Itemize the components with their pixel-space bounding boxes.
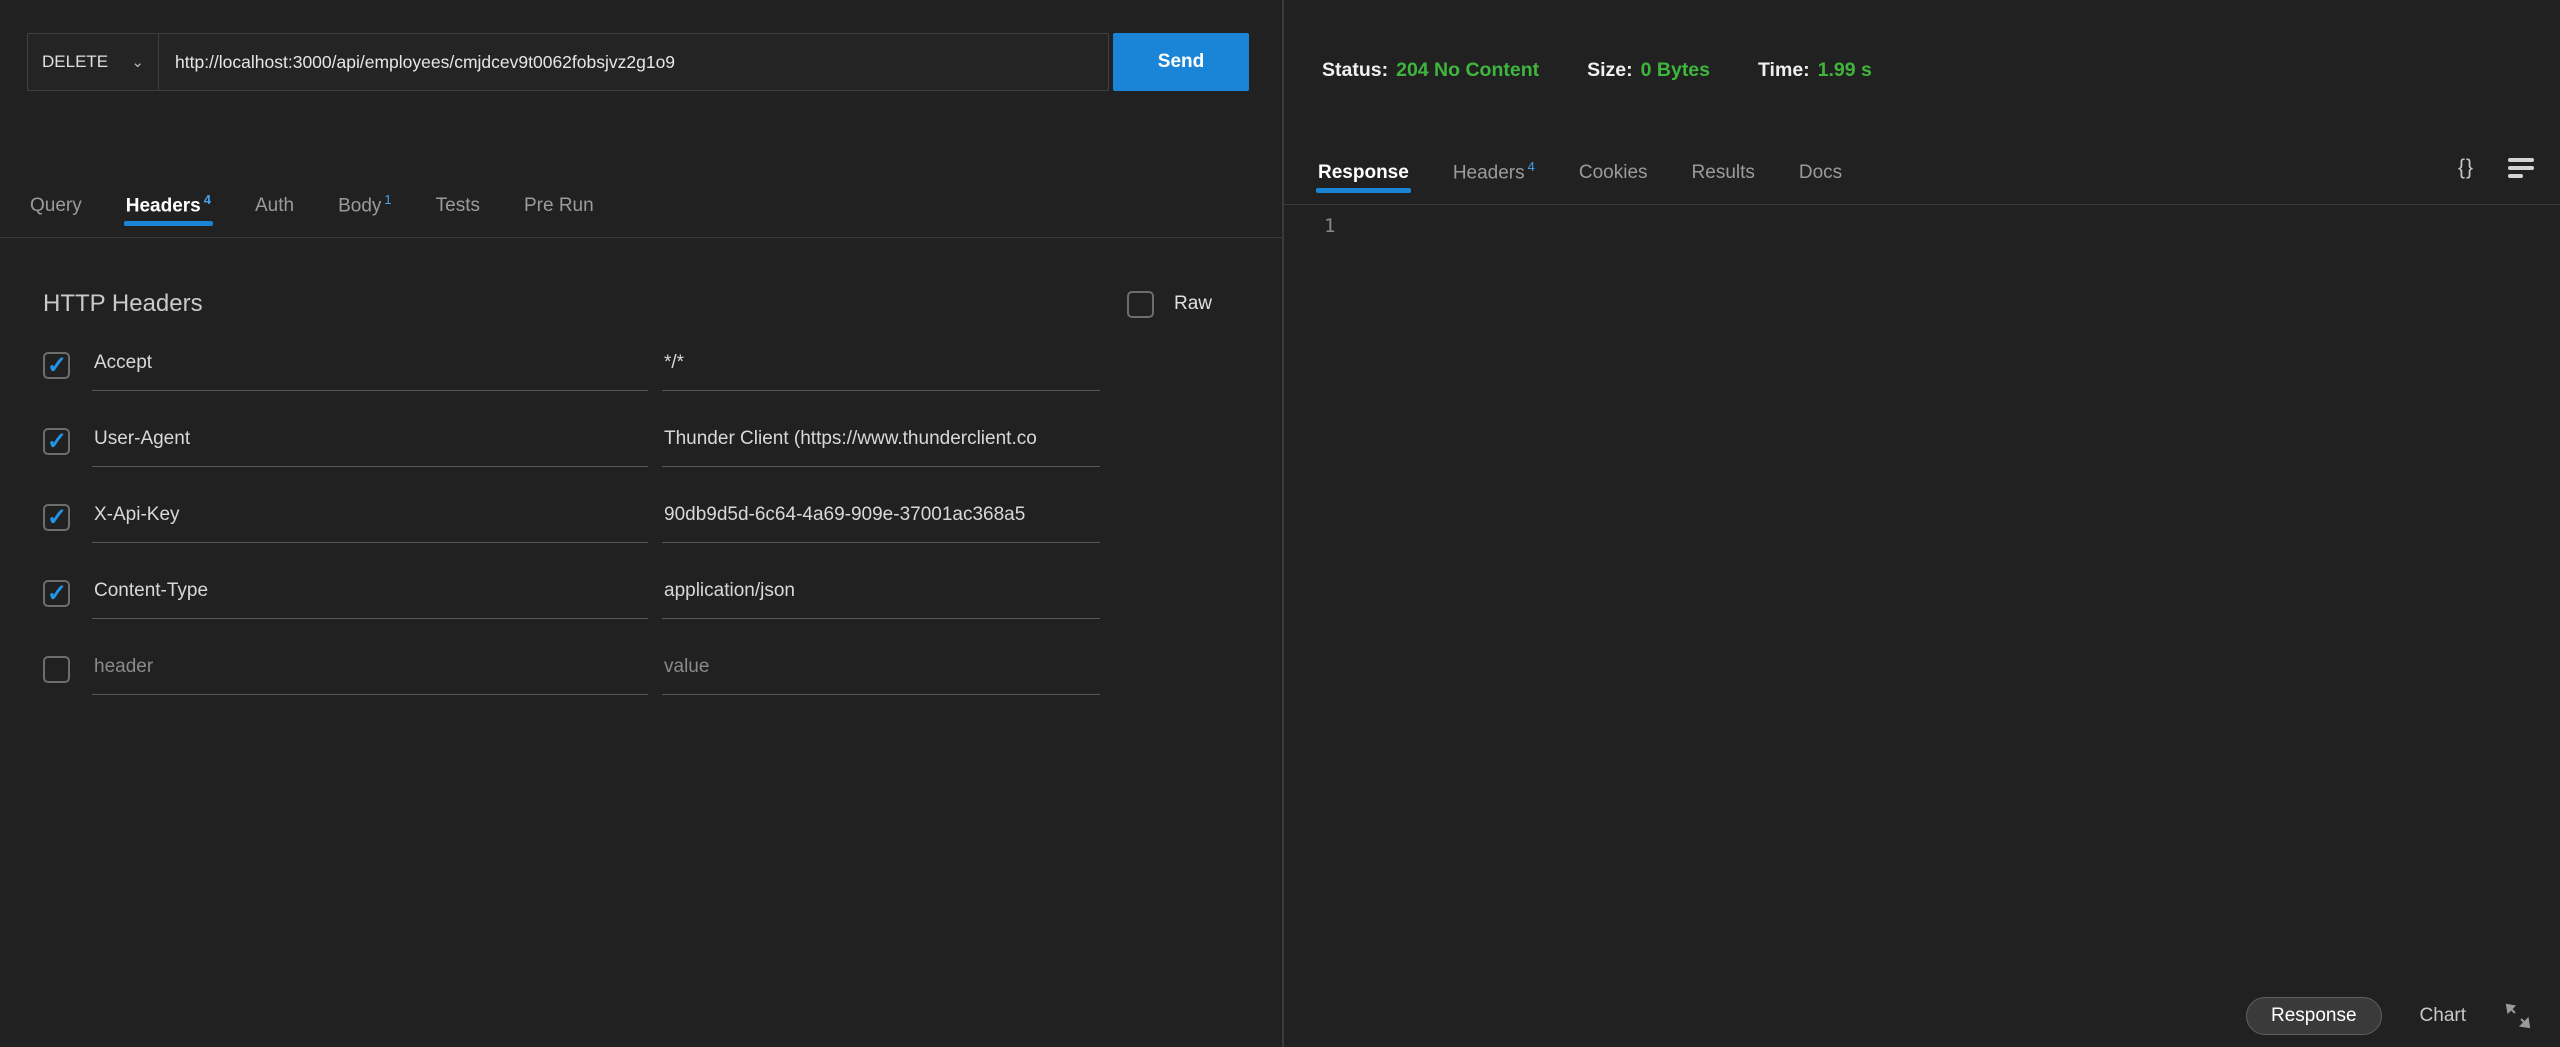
tab-headers[interactable]: Headers4	[126, 192, 211, 237]
header-key-input[interactable]: Accept	[92, 350, 648, 391]
header-row-empty: header value	[43, 654, 1282, 695]
header-enabled-checkbox[interactable]	[43, 504, 70, 531]
tab-body[interactable]: Body1	[338, 192, 392, 237]
http-headers-section: HTTP Headers Raw	[43, 290, 1212, 318]
method-select[interactable]: DELETE ⌄	[27, 33, 159, 91]
response-footer: Response Chart	[2246, 997, 2532, 1035]
body-count-badge: 1	[384, 192, 391, 207]
response-size: Size:0 Bytes	[1587, 59, 1710, 82]
raw-toggle-group: Raw	[1127, 291, 1212, 318]
section-title: HTTP Headers	[43, 290, 203, 318]
status-value: 204 No Content	[1396, 59, 1539, 81]
header-value-input[interactable]: application/json	[662, 578, 1100, 619]
tab-response[interactable]: Response	[1318, 162, 1409, 204]
response-time: Time:1.99 s	[1758, 59, 1872, 82]
response-headers-count-badge: 4	[1528, 159, 1535, 174]
header-value-input[interactable]: */*	[662, 350, 1100, 391]
request-toolbar: DELETE ⌄ http://localhost:3000/api/emplo…	[0, 33, 1282, 161]
raw-checkbox[interactable]	[1127, 291, 1154, 318]
header-enabled-checkbox[interactable]	[43, 656, 70, 683]
tab-query[interactable]: Query	[30, 195, 82, 237]
response-editor[interactable]: 1	[1284, 205, 2560, 1047]
tab-docs[interactable]: Docs	[1799, 162, 1842, 204]
size-value: 0 Bytes	[1641, 59, 1710, 81]
response-view-button[interactable]: Response	[2246, 997, 2382, 1035]
thunder-client-window: DELETE ⌄ http://localhost:3000/api/emplo…	[0, 0, 2560, 1047]
response-tabs: Response Headers4 Cookies Results Docs {…	[1284, 128, 2560, 205]
url-input[interactable]: http://localhost:3000/api/employees/cmjd…	[159, 33, 1109, 91]
menu-lines-icon[interactable]	[2508, 158, 2534, 178]
headers-list: Accept */* User-Agent Thunder Client (ht…	[43, 350, 1282, 695]
request-tabs: Query Headers4 Auth Body1 Tests Pre Run	[0, 161, 1282, 238]
header-row: Content-Type application/json	[43, 578, 1282, 619]
tab-auth[interactable]: Auth	[255, 195, 294, 237]
tab-response-headers[interactable]: Headers4	[1453, 159, 1535, 204]
request-panel: DELETE ⌄ http://localhost:3000/api/emplo…	[0, 0, 1284, 1047]
header-key-input[interactable]: X-Api-Key	[92, 502, 648, 543]
header-row: Accept */*	[43, 350, 1282, 391]
header-enabled-checkbox[interactable]	[43, 428, 70, 455]
tab-tests[interactable]: Tests	[436, 195, 480, 237]
editor-line-number: 1	[1324, 215, 1335, 237]
header-row: X-Api-Key 90db9d5d-6c64-4a69-909e-37001a…	[43, 502, 1282, 543]
chevron-down-icon: ⌄	[131, 53, 144, 71]
tab-cookies[interactable]: Cookies	[1579, 162, 1648, 204]
header-value-input[interactable]: value	[662, 654, 1100, 695]
header-key-input[interactable]: User-Agent	[92, 426, 648, 467]
header-enabled-checkbox[interactable]	[43, 580, 70, 607]
header-value-input[interactable]: Thunder Client (https://www.thunderclien…	[662, 426, 1100, 467]
tab-pre-run[interactable]: Pre Run	[524, 195, 594, 237]
headers-count-badge: 4	[204, 192, 211, 207]
tab-results[interactable]: Results	[1692, 162, 1755, 204]
format-json-icon[interactable]: {}	[2458, 156, 2474, 180]
response-tab-icons: {}	[2458, 156, 2560, 204]
time-value: 1.99 s	[1818, 59, 1872, 81]
response-panel: Status:204 No Content Size:0 Bytes Time:…	[1284, 0, 2560, 1047]
send-button[interactable]: Send	[1113, 33, 1249, 91]
raw-label: Raw	[1174, 293, 1212, 315]
status-code: Status:204 No Content	[1322, 59, 1539, 82]
header-enabled-checkbox[interactable]	[43, 352, 70, 379]
response-status-bar: Status:204 No Content Size:0 Bytes Time:…	[1284, 0, 2560, 128]
url-row: DELETE ⌄ http://localhost:3000/api/emplo…	[27, 33, 1282, 91]
header-key-input[interactable]: Content-Type	[92, 578, 648, 619]
header-row: User-Agent Thunder Client (https://www.t…	[43, 426, 1282, 467]
header-value-input[interactable]: 90db9d5d-6c64-4a69-909e-37001ac368a5	[662, 502, 1100, 543]
method-label: DELETE	[42, 52, 108, 72]
expand-diagonal-icon[interactable]	[2504, 1002, 2532, 1030]
chart-view-button[interactable]: Chart	[2420, 1005, 2466, 1027]
header-key-input[interactable]: header	[92, 654, 648, 695]
